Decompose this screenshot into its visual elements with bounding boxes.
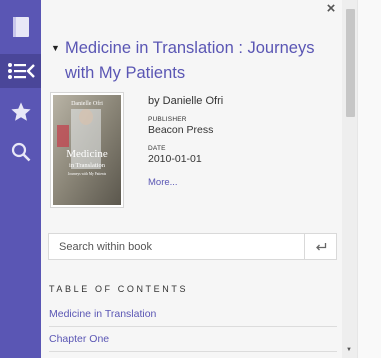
date-label: DATE (148, 145, 166, 152)
book-cover-art: Danielle Ofri Medicine in Translation Jo… (53, 95, 121, 205)
contents-list-icon (7, 63, 35, 79)
collapse-caret-icon[interactable]: ▼ (51, 36, 65, 86)
toc-item[interactable]: Medicine in Translation (49, 304, 337, 327)
book-icon (12, 17, 29, 37)
toc-heading: TABLE OF CONTENTS (49, 284, 189, 294)
close-icon[interactable]: × (324, 0, 338, 18)
search-input[interactable] (49, 234, 304, 259)
cover-title-line1: Medicine (66, 148, 108, 160)
author-line: by Danielle Ofri (148, 95, 224, 107)
toc-list: Medicine in Translation Chapter One (49, 304, 337, 354)
more-link[interactable]: More... (148, 177, 333, 189)
book-title: Medicine in Translation : Journeys with … (65, 39, 315, 82)
search-within-book (48, 233, 337, 260)
publisher-label: PUBLISHER (148, 116, 187, 123)
scroll-down-arrow-icon[interactable]: ▼ (346, 347, 352, 353)
side-nav-rail (0, 0, 41, 358)
rail-button-search[interactable] (0, 135, 41, 169)
search-submit-button[interactable] (304, 234, 336, 259)
cover-title-line2: in Translation (69, 162, 106, 169)
book-detail-panel: × ▼ Medicine in Translation : Journeys w… (41, 0, 342, 358)
cover-subtitle: Journeys with My Patients (68, 172, 107, 176)
toc-item[interactable]: Chapter One (49, 329, 337, 352)
rail-button-book[interactable] (0, 10, 41, 44)
cover-author: Danielle Ofri (71, 100, 103, 107)
date-value: 2010-01-01 (148, 153, 202, 165)
scrollbar-thumb[interactable] (346, 9, 355, 117)
rail-button-bookmarks[interactable] (0, 95, 41, 129)
bookmark-star-icon (10, 102, 31, 121)
book-cover: Danielle Ofri Medicine in Translation Jo… (50, 92, 124, 208)
return-arrow-icon (315, 242, 326, 250)
publisher-value: Beacon Press (148, 124, 214, 136)
search-icon (11, 142, 30, 162)
book-metadata: by Danielle Ofri PUBLISHER Beacon Press … (148, 94, 333, 189)
reader-content-area (357, 0, 381, 358)
rail-button-contents[interactable] (0, 54, 41, 88)
book-title-row: ▼ Medicine in Translation : Journeys wit… (51, 36, 326, 86)
panel-scrollbar[interactable]: ▼ (342, 0, 357, 358)
